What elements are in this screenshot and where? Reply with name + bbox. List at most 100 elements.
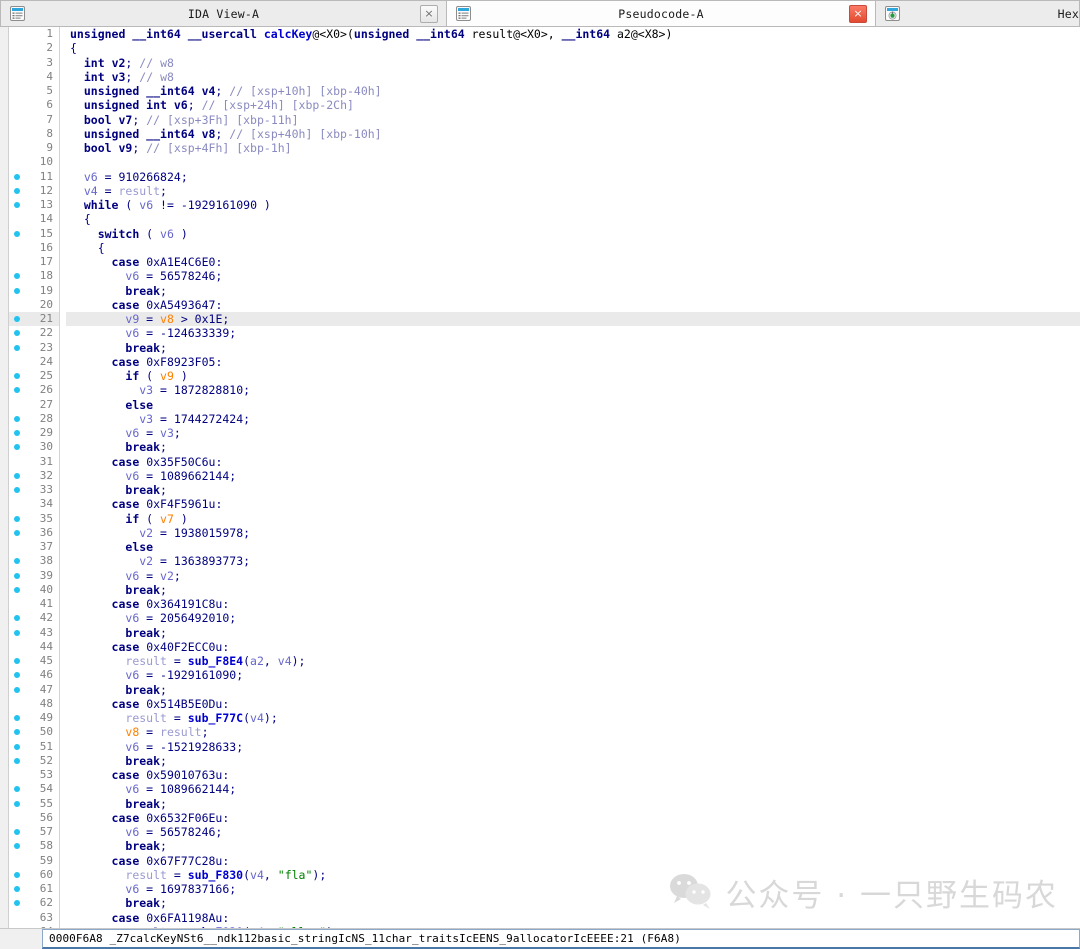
breakpoint-dot-icon[interactable] <box>9 586 25 593</box>
breakpoint-dot-icon[interactable] <box>9 515 25 522</box>
breakpoint-dot-icon[interactable] <box>9 672 25 679</box>
breakpoint-dot-icon[interactable] <box>9 615 25 622</box>
code-line[interactable]: 4 int v3; // w8 <box>9 69 1080 84</box>
breakpoint-dot-icon[interactable] <box>9 373 25 380</box>
code-line[interactable]: 50 v8 = result; <box>9 725 1080 740</box>
breakpoint-dot-icon[interactable] <box>9 743 25 750</box>
breakpoint-dot-icon[interactable] <box>9 886 25 893</box>
code-line[interactable]: 11 v6 = 910266824; <box>9 169 1080 184</box>
breakpoint-dot-icon[interactable] <box>9 829 25 836</box>
code-line[interactable]: 36 v2 = 1938015978; <box>9 525 1080 540</box>
code-line[interactable]: 49 result = sub_F77C(v4); <box>9 711 1080 726</box>
breakpoint-dot-icon[interactable] <box>9 316 25 323</box>
code-line[interactable]: 27 else <box>9 397 1080 412</box>
breakpoint-dot-icon[interactable] <box>9 558 25 565</box>
pseudocode-listing[interactable]: 1 unsigned __int64 __usercall calcKey@<X0… <box>9 27 1080 928</box>
breakpoint-dot-icon[interactable] <box>9 487 25 494</box>
code-line[interactable]: 5 unsigned __int64 v4; // [xsp+10h] [xbp… <box>9 84 1080 99</box>
breakpoint-dot-icon[interactable] <box>9 430 25 437</box>
tab-pseudocode-a[interactable]: Pseudocode-A × <box>446 0 876 26</box>
code-line[interactable]: 62 break; <box>9 896 1080 911</box>
code-line[interactable]: 52 break; <box>9 753 1080 768</box>
breakpoint-dot-icon[interactable] <box>9 572 25 579</box>
code-line[interactable]: 21 v9 = v8 > 0x1E; <box>9 312 1080 327</box>
status-address-field[interactable]: 0000F6A8 _Z7calcKeyNSt6__ndk112basic_str… <box>42 929 1080 949</box>
code-line[interactable]: 56 case 0x6532F06Eu: <box>9 810 1080 825</box>
code-line[interactable]: 1 unsigned __int64 __usercall calcKey@<X0… <box>9 27 1080 42</box>
code-line[interactable]: 31 case 0x35F50C6u: <box>9 454 1080 469</box>
tab-ida-view-a[interactable]: IDA View-A × <box>0 0 447 26</box>
code-line[interactable]: 64 result = sub_F830(v4, "ollvm"); <box>9 924 1080 928</box>
code-line[interactable]: 6 unsigned int v6; // [xsp+24h] [xbp-2Ch… <box>9 98 1080 113</box>
code-line[interactable]: 57 v6 = 56578246; <box>9 825 1080 840</box>
code-line[interactable]: 48 case 0x514B5E0Du: <box>9 696 1080 711</box>
breakpoint-dot-icon[interactable] <box>9 871 25 878</box>
code-line[interactable]: 46 v6 = -1929161090; <box>9 668 1080 683</box>
code-line[interactable]: 41 case 0x364191C8u: <box>9 597 1080 612</box>
breakpoint-dot-icon[interactable] <box>9 444 25 451</box>
code-line[interactable]: 44 case 0x40F2ECC0u: <box>9 639 1080 654</box>
code-line[interactable]: 47 break; <box>9 682 1080 697</box>
code-line[interactable]: 63 case 0x6FA1198Au: <box>9 910 1080 925</box>
breakpoint-dot-icon[interactable] <box>9 843 25 850</box>
code-line[interactable]: 55 break; <box>9 796 1080 811</box>
code-line[interactable]: 32 v6 = 1089662144; <box>9 468 1080 483</box>
code-line[interactable]: 25 if ( v9 ) <box>9 369 1080 384</box>
breakpoint-dot-icon[interactable] <box>9 202 25 209</box>
code-line[interactable]: 24 case 0xF8923F05: <box>9 354 1080 369</box>
close-icon[interactable]: × <box>849 4 867 23</box>
breakpoint-dot-icon[interactable] <box>9 786 25 793</box>
breakpoint-dot-icon[interactable] <box>9 529 25 536</box>
code-line[interactable]: 16 { <box>9 240 1080 255</box>
close-icon[interactable]: × <box>420 4 438 23</box>
code-line[interactable]: 60 result = sub_F830(v4, "fla"); <box>9 867 1080 882</box>
breakpoint-dot-icon[interactable] <box>9 729 25 736</box>
breakpoint-dot-icon[interactable] <box>9 344 25 351</box>
code-line[interactable]: 33 break; <box>9 483 1080 498</box>
code-line[interactable]: 18 v6 = 56578246; <box>9 269 1080 284</box>
code-line[interactable]: 23 break; <box>9 340 1080 355</box>
code-line[interactable]: 54 v6 = 1089662144; <box>9 782 1080 797</box>
breakpoint-dot-icon[interactable] <box>9 757 25 764</box>
breakpoint-dot-icon[interactable] <box>9 273 25 280</box>
code-line[interactable]: 39 v6 = v2; <box>9 568 1080 583</box>
code-line[interactable]: 26 v3 = 1872828810; <box>9 383 1080 398</box>
code-line[interactable]: 2{ <box>9 41 1080 56</box>
breakpoint-dot-icon[interactable] <box>9 173 25 180</box>
code-line[interactable]: 15 switch ( v6 ) <box>9 226 1080 241</box>
code-line[interactable]: 14 { <box>9 212 1080 227</box>
code-line[interactable]: 30 break; <box>9 440 1080 455</box>
code-line[interactable]: 3 int v2; // w8 <box>9 55 1080 70</box>
breakpoint-dot-icon[interactable] <box>9 629 25 636</box>
code-line[interactable]: 34 case 0xF4F5961u: <box>9 497 1080 512</box>
code-line[interactable]: 28 v3 = 1744272424; <box>9 411 1080 426</box>
code-line[interactable]: 45 result = sub_F8E4(a2, v4); <box>9 654 1080 669</box>
breakpoint-dot-icon[interactable] <box>9 330 25 337</box>
breakpoint-dot-icon[interactable] <box>9 230 25 237</box>
code-line[interactable]: 43 break; <box>9 625 1080 640</box>
code-line[interactable]: 53 case 0x59010763u: <box>9 768 1080 783</box>
code-line[interactable]: 12 v4 = result; <box>9 183 1080 198</box>
breakpoint-dot-icon[interactable] <box>9 287 25 294</box>
breakpoint-dot-icon[interactable] <box>9 900 25 907</box>
code-line[interactable]: 10 <box>9 155 1080 170</box>
code-line[interactable]: 35 if ( v7 ) <box>9 511 1080 526</box>
breakpoint-dot-icon[interactable] <box>9 715 25 722</box>
code-line[interactable]: 58 break; <box>9 839 1080 854</box>
breakpoint-dot-icon[interactable] <box>9 800 25 807</box>
code-line[interactable]: 19 break; <box>9 283 1080 298</box>
breakpoint-dot-icon[interactable] <box>9 415 25 422</box>
code-line[interactable]: 8 unsigned __int64 v8; // [xsp+40h] [xbp… <box>9 126 1080 141</box>
pseudocode-view[interactable]: 1 unsigned __int64 __usercall calcKey@<X0… <box>0 27 1080 928</box>
code-line[interactable]: 51 v6 = -1521928633; <box>9 739 1080 754</box>
code-line[interactable]: 37 else <box>9 540 1080 555</box>
code-line[interactable]: 22 v6 = -124633339; <box>9 326 1080 341</box>
code-line[interactable]: 20 case 0xA5493647: <box>9 297 1080 312</box>
code-line[interactable]: 7 bool v7; // [xsp+3Fh] [xbp-11h] <box>9 112 1080 127</box>
code-line[interactable]: 61 v6 = 1697837166; <box>9 882 1080 897</box>
code-line[interactable]: 59 case 0x67F77C28u: <box>9 853 1080 868</box>
breakpoint-dot-icon[interactable] <box>9 472 25 479</box>
code-line[interactable]: 17 case 0xA1E4C6E0: <box>9 255 1080 270</box>
breakpoint-dot-icon[interactable] <box>9 187 25 194</box>
code-line[interactable]: 9 bool v9; // [xsp+4Fh] [xbp-1h] <box>9 141 1080 156</box>
